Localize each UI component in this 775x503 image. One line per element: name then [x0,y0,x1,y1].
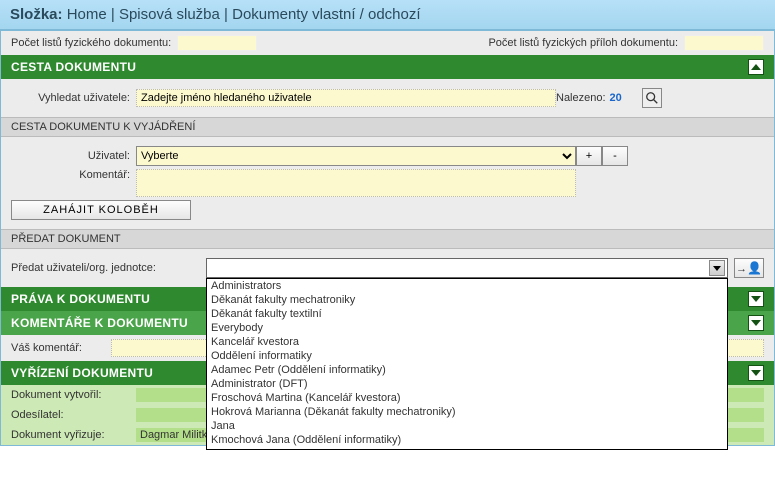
chevron-down-icon [751,370,761,376]
dropdown-button[interactable] [709,260,725,276]
user-label: Uživatel: [11,150,136,162]
section-title: PRÁVA K DOKUMENTU [11,292,150,306]
search-button[interactable] [642,88,662,108]
list-item[interactable]: Adamec Petr (Oddělení informatiky) [207,363,727,377]
handler-label: Dokument vyřizuje: [11,429,136,441]
section-header-cesta: CESTA DOKUMENTU [1,55,774,79]
list-item[interactable]: Administrator (DFT) [207,377,727,391]
section-title: KOMENTÁŘE K DOKUMENTU [11,316,188,330]
comment-textarea[interactable] [136,169,576,197]
chevron-down-icon [751,320,761,326]
phys-attach-value[interactable] [684,35,764,51]
created-by-label: Dokument vytvořil: [11,389,136,401]
list-item[interactable]: Děkanát fakulty mechatroniky [207,293,727,307]
breadcrumb: Složka: Home | Spisová služba | Dokument… [0,0,775,30]
search-user-input[interactable] [136,89,556,107]
collapse-button[interactable] [748,315,764,331]
your-comment-label: Váš komentář: [11,342,111,354]
breadcrumb-item[interactable]: Dokumenty vlastní / odchozí [232,6,420,23]
list-item[interactable]: Děkanát fakulty textilní [207,307,727,321]
section-title: CESTA DOKUMENTU [11,60,136,74]
breadcrumb-sep: | [111,6,119,23]
phys-attach-label: Počet listů fyzických příloh dokumentu: [488,37,678,49]
breadcrumb-sep: | [224,6,232,23]
collapse-button[interactable] [748,365,764,381]
sub-header-vyjadreni: CESTA DOKUMENTU K VYJÁDŘENÍ [1,117,774,137]
add-button[interactable]: + [576,146,602,166]
found-count: 20 [610,92,622,104]
search-icon [645,91,659,105]
breadcrumb-item[interactable]: Home [67,6,107,23]
list-item[interactable]: Jana [207,419,727,433]
list-item[interactable]: Hokrová Marianna (Děkanát fakulty mechat… [207,405,727,419]
assign-label: Předat uživateli/org. jednotce: [11,262,206,274]
list-item[interactable]: Froschová Martina (Kancelář kvestora) [207,391,727,405]
breadcrumb-prefix: Složka: [10,6,63,23]
start-workflow-button[interactable]: ZAHÁJIT KOLOBĚH [11,200,191,220]
section-header-predat: PŘEDAT DOKUMENT [1,229,774,249]
doc-counts-row: Počet listů fyzického dokumentu: Počet l… [1,31,774,55]
list-item[interactable]: Oddělení informatiky [207,349,727,363]
assign-combobox[interactable] [206,258,728,278]
assign-icon: →👤 [736,261,762,275]
list-item[interactable]: Everybody [207,321,727,335]
assign-to-user-button[interactable]: →👤 [734,258,764,278]
section-title: VYŘÍZENÍ DOKUMENTU [11,366,153,380]
remove-button[interactable]: - [602,146,628,166]
sender-label: Odesílatel: [11,409,136,421]
list-item[interactable]: Lucie [207,447,727,450]
list-item[interactable]: Kmochová Jana (Oddělení informatiky) [207,433,727,447]
list-item[interactable]: Kancelář kvestora [207,335,727,349]
chevron-down-icon [713,266,721,271]
user-select[interactable]: Vyberte [136,146,576,166]
breadcrumb-item[interactable]: Spisová služba [119,6,220,23]
chevron-down-icon [751,296,761,302]
phys-pages-value[interactable] [177,35,257,51]
list-item[interactable]: Administrators [207,279,727,293]
search-user-label: Vyhledat uživatele: [11,92,136,104]
assign-dropdown-list[interactable]: Administrators Děkanát fakulty mechatron… [206,278,728,450]
found-label: Nalezeno: [556,92,606,104]
chevron-up-icon [751,64,761,70]
phys-pages-label: Počet listů fyzického dokumentu: [11,37,171,49]
collapse-button[interactable] [748,59,764,75]
collapse-button[interactable] [748,291,764,307]
comment-label: Komentář: [11,169,136,181]
